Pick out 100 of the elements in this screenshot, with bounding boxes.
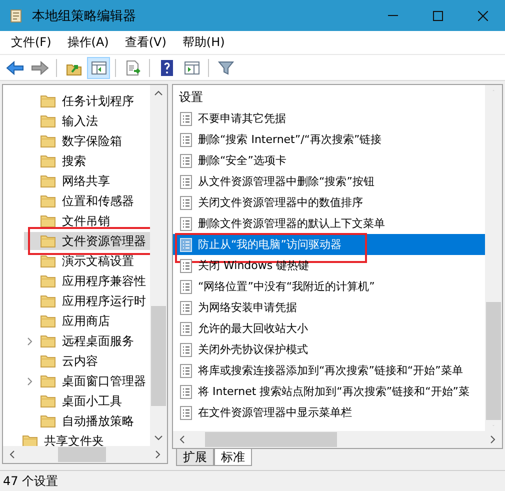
up-caret-icon[interactable] [154,90,163,96]
setting-item[interactable]: 关闭 Windows 键热键 [173,255,485,276]
setting-item[interactable]: 删除“搜索 Internet”/“再次搜索”链接 [173,129,485,150]
scroll-thumb[interactable] [486,302,501,420]
expand-caret-icon[interactable] [27,336,33,346]
window-title: 本地组策略编辑器 [32,8,137,24]
setting-item[interactable]: 允许的最大回收站大小 [173,318,485,339]
tree-item[interactable]: 文件吊销 [24,212,114,230]
menu-item[interactable]: 文件(F) [5,34,62,51]
pane-icon [90,58,108,76]
expand-caret-icon[interactable] [27,376,33,386]
policy-icon [179,174,193,188]
folder-icon [40,153,56,169]
left-arrow-icon [6,58,24,76]
policy-icon [179,132,193,146]
policy-icon [179,280,193,294]
vertical-scrollbar[interactable] [485,85,502,431]
close-icon [478,10,488,20]
folder-icon [40,293,56,309]
right-arrow-icon [30,58,48,76]
horizontal-scrollbar[interactable] [173,431,502,448]
policy-icon [179,238,193,252]
folder-icon [40,173,56,189]
scroll-thumb[interactable] [151,306,166,406]
tree-item[interactable]: 输入法 [24,112,102,130]
setting-item[interactable]: 关闭文件资源管理器中的数值排序 [173,192,485,213]
tree-item[interactable]: 应用商店 [24,312,114,330]
folder-icon [40,313,56,329]
tree-item[interactable]: 应用程序兼容性 [24,272,150,290]
policy-icon [179,112,193,126]
folder-icon [40,413,56,429]
folder-icon [40,113,56,129]
pane-icon [182,58,200,76]
folder-icon [40,93,56,109]
folder-icon [40,193,56,209]
policy-icon [179,364,193,378]
setting-item[interactable]: 将库或搜索连接器添加到“再次搜索”链接和“开始”菜单 [173,360,485,381]
folder-icon [40,333,56,349]
status-text: 47 个设置 [3,472,58,490]
policy-icon [179,322,193,336]
policy-icon [179,300,193,314]
setting-item[interactable]: 防止从“我的电脑”访问驱动器 [173,234,485,255]
left-caret-icon[interactable] [179,435,185,444]
tree-item[interactable]: 演示文稿设置 [24,252,138,270]
tree-item[interactable]: 数字保险箱 [24,132,126,150]
policy-icon [179,342,193,356]
setting-item[interactable]: 将 Internet 搜索站点附加到“再次搜索”链接和“开始”菜 [173,381,485,402]
policy-icon [179,258,193,272]
policy-icon [179,406,193,420]
policy-icon [179,196,193,210]
menu-item[interactable]: 查看(V) [118,34,176,51]
tree-item[interactable]: 桌面窗口管理器 [24,372,150,390]
scroll-icon [8,8,24,24]
setting-item[interactable]: 从文件资源管理器中删除“搜索”按钮 [173,171,485,192]
folder-icon [40,133,56,149]
folder-icon [40,233,56,249]
tree-item[interactable]: 任务计划程序 [24,92,138,110]
tree-item[interactable]: 位置和传感器 [24,192,138,210]
menu-item[interactable]: 操作(A) [61,34,119,51]
filter-icon [216,58,234,76]
tree-item[interactable]: 云内容 [24,352,102,370]
right-caret-icon[interactable] [155,450,161,459]
export-list-icon [124,58,142,76]
setting-item[interactable]: “网络位置”中没有“我附近的计算机” [173,276,485,297]
horizontal-scrollbar[interactable] [3,446,167,463]
setting-item[interactable]: 在文件资源管理器中显示菜单栏 [173,402,485,423]
tree-item[interactable]: 应用程序运行时 [24,292,150,310]
menu-item[interactable]: 帮助(H) [176,34,235,51]
folder-icon [40,353,56,369]
down-caret-icon[interactable] [154,435,163,441]
tree-item[interactable]: 文件资源管理器 [24,232,150,250]
scroll-thumb[interactable] [58,447,106,462]
policy-icon [179,154,193,168]
tree-item[interactable]: 自动播放策略 [24,412,138,430]
folder-icon [40,373,56,389]
tree-item[interactable]: 远程桌面服务 [24,332,138,350]
maximize-icon [432,10,442,20]
right-caret-icon[interactable] [490,435,496,444]
vertical-scrollbar[interactable] [150,85,167,446]
policy-icon [179,384,193,398]
left-caret-icon[interactable] [9,450,15,459]
folder-icon [40,213,56,229]
column-header[interactable]: 设置 [173,87,485,108]
minimize-icon [388,15,398,16]
setting-item[interactable]: 删除“安全”选项卡 [173,150,485,171]
folder-icon [40,393,56,409]
folder-icon [22,433,38,446]
setting-item[interactable]: 删除文件资源管理器的默认上下文菜单 [173,213,485,234]
tree-item[interactable]: 网络共享 [24,172,114,190]
folder-icon [40,253,56,269]
setting-item[interactable]: 关闭外壳协议保护模式 [173,339,485,360]
tab[interactable]: 标准 [214,449,252,466]
setting-item[interactable]: 不要申请其它凭据 [173,108,485,129]
toolbar-button[interactable] [87,56,110,78]
setting-item[interactable]: 为网络安装申请凭据 [173,297,485,318]
policy-icon [179,216,193,230]
tree-item[interactable]: 桌面小工具 [24,392,126,410]
scroll-thumb[interactable] [205,432,337,447]
tab[interactable]: 扩展 [176,449,214,466]
tree-item[interactable]: 搜索 [24,152,90,170]
